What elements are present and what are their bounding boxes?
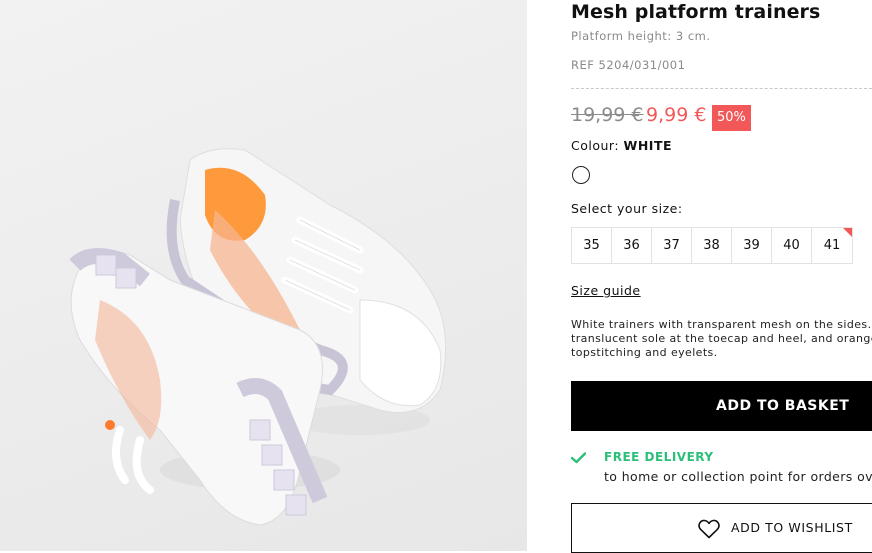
sale-price: 9,99 €	[646, 104, 707, 126]
colour-label: Colour:	[571, 138, 620, 153]
product-image[interactable]	[0, 0, 527, 551]
divider	[571, 88, 872, 89]
wishlist-label: ADD TO WISHLIST	[731, 520, 853, 535]
size-selector: 35 36 37 38 39 40 41	[571, 227, 853, 264]
product-info-panel: Mesh platform trainers Platform height: …	[571, 0, 872, 553]
add-to-wishlist-button[interactable]: ADD TO WISHLIST	[571, 503, 872, 553]
product-reference: REF 5204/031/001	[571, 58, 686, 72]
add-to-basket-button[interactable]: ADD TO BASKET	[571, 381, 872, 431]
size-option-last[interactable]: 41	[812, 228, 852, 263]
size-option[interactable]: 36	[612, 228, 652, 263]
free-delivery-text: to home or collection point for orders o…	[604, 469, 872, 484]
colour-row: Colour: WHITE	[571, 138, 672, 153]
size-option[interactable]: 38	[692, 228, 732, 263]
free-delivery-title: FREE DELIVERY	[604, 450, 714, 464]
check-icon	[571, 452, 586, 464]
low-stock-flag-icon	[843, 228, 852, 237]
product-subtitle: Platform height: 3 cm.	[571, 29, 711, 43]
size-guide-link[interactable]: Size guide	[571, 283, 641, 298]
size-option[interactable]: 37	[652, 228, 692, 263]
colour-value: WHITE	[623, 138, 673, 153]
product-title: Mesh platform trainers	[571, 1, 821, 23]
heart-icon	[698, 519, 720, 539]
size-option-label: 41	[823, 238, 841, 253]
size-option[interactable]: 40	[772, 228, 812, 263]
size-option[interactable]: 39	[732, 228, 772, 263]
colour-swatch-white[interactable]	[572, 166, 590, 184]
size-option[interactable]: 35	[572, 228, 612, 263]
discount-badge: 50%	[712, 105, 751, 131]
size-prompt: Select your size:	[571, 201, 683, 216]
trainers-illustration	[69, 148, 447, 526]
product-description: White trainers with transparent mesh on …	[571, 318, 872, 359]
original-price: 19,99 €	[571, 104, 644, 126]
